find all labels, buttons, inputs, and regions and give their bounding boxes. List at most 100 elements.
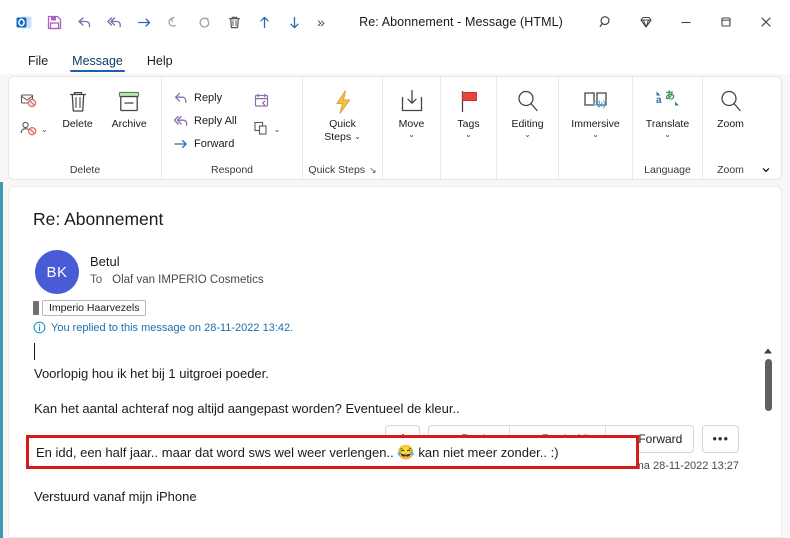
highlight-annotation-box: En idd, een half jaar.. maar dat word sw…: [26, 435, 639, 469]
body-paragraph-3: En idd, een half jaar.. maar dat word sw…: [36, 444, 559, 461]
laughing-emoji-icon: 😂: [397, 443, 415, 460]
scrollbar-thumb[interactable]: [764, 359, 772, 411]
ribbon-collapse-icon[interactable]: ⌄: [755, 157, 777, 177]
ribbon-group-editing: Editing ⌄: [496, 77, 558, 179]
archive-button[interactable]: Archive: [103, 83, 155, 130]
maximize-button[interactable]: [706, 6, 746, 38]
chevron-down-icon[interactable]: ⌄: [274, 125, 281, 134]
previous-item-icon[interactable]: [250, 8, 278, 36]
ribbon-group-delete: ⌄ Delete Archive Delete: [9, 77, 161, 179]
ribbon-group-tags: Tags ⌄: [440, 77, 496, 179]
more-respond-icon[interactable]: ⌄: [252, 117, 281, 141]
reply-button[interactable]: Reply: [168, 87, 242, 108]
chevron-down-icon[interactable]: ⌄: [41, 125, 48, 134]
ribbon-group-immersive: Immersive ⌄: [558, 77, 632, 179]
dialog-launcher-icon[interactable]: ↘: [369, 165, 377, 176]
body-signature: Verstuurd vanaf mijn iPhone: [34, 489, 197, 504]
immersive-button[interactable]: Immersive ⌄: [565, 83, 626, 139]
page-title: Re: Abonnement: [33, 209, 164, 229]
quick-steps-button[interactable]: Quick Steps ⌄: [310, 83, 376, 143]
message-body[interactable]: Voorlopig hou ik het bij 1 uitgroei poed…: [9, 342, 761, 537]
group-label-immersive: [559, 161, 632, 179]
editing-button[interactable]: Editing ⌄: [503, 83, 552, 139]
avatar: BK: [35, 250, 79, 294]
qat-overflow-button[interactable]: »: [310, 8, 332, 36]
category-tag-row: Imperio Haarvezels: [33, 300, 147, 316]
chevron-down-icon[interactable]: ⌄: [465, 131, 472, 139]
forward-arrow-icon[interactable]: [130, 8, 158, 36]
group-label-editing: [497, 161, 558, 179]
ribbon-group-move: Move ⌄: [382, 77, 440, 179]
highlighted-suffix: kan niet meer zonder.. :): [418, 444, 559, 460]
tab-message[interactable]: Message: [62, 52, 133, 74]
svg-text:あ: あ: [665, 89, 675, 102]
chevron-down-icon[interactable]: ⌄: [354, 133, 361, 141]
tag-handle-icon: [33, 301, 39, 315]
minimize-button[interactable]: [666, 6, 706, 38]
group-label-language: Language: [644, 164, 691, 176]
translate-button[interactable]: a あ Translate ⌄: [639, 83, 696, 139]
undo-icon[interactable]: [160, 8, 188, 36]
group-label-move: [383, 161, 440, 179]
zoom-button[interactable]: Zoom: [709, 83, 752, 130]
to-label: To: [90, 274, 103, 286]
save-icon[interactable]: [40, 8, 68, 36]
body-scrollbar[interactable]: [761, 345, 775, 533]
chevron-down-icon[interactable]: ⌄: [664, 131, 671, 139]
reply-all-button-label: Reply All: [194, 114, 237, 127]
group-label-zoom: Zoom: [717, 164, 744, 176]
outlook-logo-icon[interactable]: [10, 8, 38, 36]
move-button[interactable]: Move ⌄: [389, 83, 434, 139]
reply-notice-text: You replied to this message on 28-11-202…: [51, 321, 294, 334]
redo-icon[interactable]: [190, 8, 218, 36]
reply-notice: You replied to this message on 28-11-202…: [33, 321, 293, 334]
scroll-up-icon[interactable]: [761, 345, 775, 357]
delete-trash-icon[interactable]: [220, 8, 248, 36]
editing-button-label: Editing: [511, 118, 544, 130]
reply-icon[interactable]: [70, 8, 98, 36]
archive-button-label: Archive: [111, 118, 147, 130]
reading-pane: Re: Abonnement Reply: [8, 186, 782, 538]
close-button[interactable]: [746, 6, 786, 38]
tab-file[interactable]: File: [18, 52, 58, 74]
body-paragraph-2: Kan het aantal achteraf nog altijd aange…: [34, 401, 460, 416]
ribbon-group-quick-steps: Quick Steps ⌄ Quick Steps ↘: [302, 77, 382, 179]
reply-all-button[interactable]: Reply All: [168, 110, 242, 131]
search-icon[interactable]: [586, 6, 626, 38]
tags-button[interactable]: Tags ⌄: [447, 83, 490, 139]
quick-access-toolbar: »: [0, 8, 332, 36]
delete-button[interactable]: Delete: [52, 83, 104, 130]
translate-button-label: Translate: [645, 118, 690, 130]
outlook-message-window: » Re: Abonnement - Message (HTML) File M…: [0, 0, 790, 538]
zoom-button-label: Zoom: [717, 118, 744, 130]
pane-accent-bar: [0, 182, 3, 538]
delete-button-label: Delete: [62, 118, 93, 130]
quick-steps-label-2: Steps: [324, 131, 352, 143]
status-badge[interactable]: Imperio Haarvezels: [42, 300, 147, 316]
forward-button[interactable]: Forward: [168, 133, 242, 154]
ribbon-tab-strip: File Message Help: [0, 44, 790, 74]
title-bar: » Re: Abonnement - Message (HTML): [0, 0, 790, 44]
chevron-down-icon[interactable]: ⌄: [524, 131, 531, 139]
respond-extra-icons: ⌄: [248, 83, 285, 141]
window-controls: [586, 0, 786, 44]
sender-name[interactable]: Betul: [90, 254, 120, 269]
next-item-icon[interactable]: [280, 8, 308, 36]
reply-all-icon[interactable]: [100, 8, 128, 36]
chevron-down-icon[interactable]: ⌄: [592, 131, 599, 139]
move-button-label: Move: [398, 118, 425, 130]
group-label-quick-steps-text: Quick Steps: [308, 164, 366, 176]
ribbon-group-language: a あ Translate ⌄ Language: [632, 77, 702, 179]
reply-button-label: Reply: [194, 91, 223, 104]
premium-diamond-icon[interactable]: [626, 6, 666, 38]
quick-steps-label-1: Quick: [329, 118, 356, 130]
meeting-icon[interactable]: [252, 89, 281, 113]
tab-help[interactable]: Help: [137, 52, 183, 74]
text-caret: [34, 343, 35, 360]
block-sender-icon[interactable]: ⌄: [19, 117, 48, 141]
svg-text:a: a: [656, 95, 662, 106]
chevron-down-icon[interactable]: ⌄: [408, 131, 415, 139]
ignore-icon[interactable]: [19, 89, 48, 113]
recipient-names[interactable]: Olaf van IMPERIO Cosmetics: [112, 274, 263, 286]
group-label-respond: Respond: [210, 164, 254, 176]
